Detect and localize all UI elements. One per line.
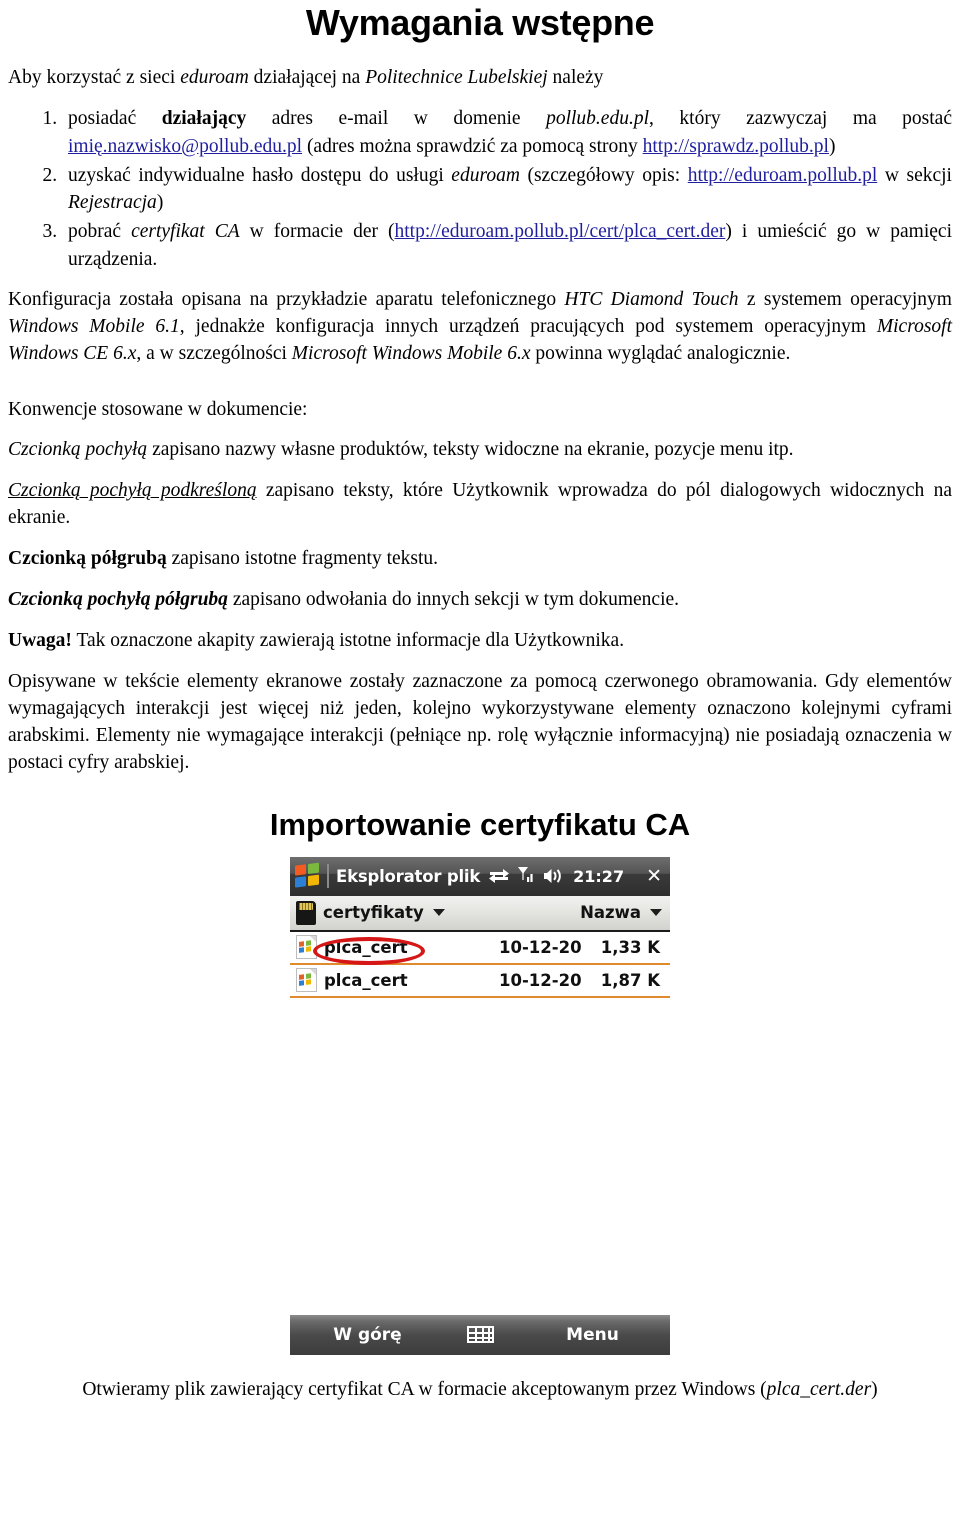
req2-em-rejestracja: Rejestracja [68,192,157,214]
convention-italic-underline: Czcionką pochyłą podkreśloną zapisano te… [8,478,952,532]
table-row[interactable]: plca_cert 10-12-20 1,33 K [290,932,670,965]
req1-text-4: (adres można sprawdzić za pomocą strony [302,135,643,157]
page-title: Wymagania wstępne [305,2,655,43]
requirement-item-3: pobrać certyfikat CA w formacie der (htt… [62,218,952,273]
signal-strength-icon[interactable] [517,866,535,886]
conv-bold-italic-rest: zapisano odwołania do innych sekcji w ty… [227,589,680,611]
notice-rest: Tak oznaczone akapity zawierają istotne … [71,629,625,651]
lead-mid: działającej na [248,67,366,88]
req2-text-4: ) [156,192,164,214]
table-row[interactable]: plca_cert 10-12-20 1,87 K [290,965,670,998]
path-bar: certyfikaty Nazwa [290,895,670,932]
convention-bold: Czcionką półgrubą zapisano istotne fragm… [8,546,952,573]
titlebar-divider [327,864,329,888]
folder-chevron-down-icon[interactable] [432,909,445,916]
sync-arrows-icon[interactable] [488,867,510,885]
conv-italic-rest: zapisano nazwy własne produktów, teksty … [147,439,794,461]
convention-bold-italic: Czcionką pochyłą półgrubą zapisano odwoł… [8,587,952,614]
file-name[interactable]: plca_cert [324,938,499,957]
sort-label[interactable]: Nazwa [580,903,641,922]
lead-em-politechnika: Politechnice Lubelskiej [365,67,548,88]
requirements-list: posiadać działający adres e-mail w domen… [8,105,952,273]
keyboard-icon[interactable] [466,1326,494,1343]
cfg-em-htc: HTC Diamond Touch [564,289,739,311]
cfg-t3: , jednakże konfiguracja innych urządzeń … [179,316,877,338]
document-page: Wymagania wstępne Aby korzystać z sieci … [0,2,960,1403]
req1-text-3: , który zazwyczaj ma postać [649,108,952,130]
app-title: Eksplorator plik [336,866,481,886]
file-name[interactable]: plca_cert [324,971,499,990]
caption-em-file: plca_cert.der [766,1378,872,1400]
req2-eduroam-link[interactable]: http://eduroam.pollub.pl [688,165,878,186]
req3-em-cert: certyfikat CA [131,221,240,243]
clock-time: 21:27 [573,866,625,886]
file-size: 1,33 K [600,937,660,957]
certificate-file-icon [296,935,317,959]
req1-text-5: ) [828,135,836,157]
req1-strong: działający [161,108,247,130]
windows-mobile-screen: Eksplorator plik 21:27 ✕ certyfikaty Naz… [290,856,670,1355]
conv-italic-underline-em: Czcionką pochyłą podkreśloną [8,480,257,502]
cfg-t1: Konfiguracja została opisana na przykład… [8,289,565,311]
file-list: plca_cert 10-12-20 1,33 K plca_cert 10-1… [290,931,670,998]
conventions-heading: Konwencje stosowane w dokumencie: [8,399,308,421]
requirement-item-1: posiadać działający adres e-mail w domen… [62,105,952,160]
req1-text-2: adres e-mail w domenie [246,108,547,130]
conv-bold-italic-em: Czcionką pochyłą półgrubą [8,589,228,611]
req1-em-domain: pollub.edu.pl [546,108,650,130]
lead-post: należy [547,67,604,88]
softkey-up-button[interactable]: W górę [290,1325,445,1345]
req2-em-eduroam: eduroam [451,164,520,186]
conv-bold-rest: zapisano istotne fragmenty tekstu. [166,548,439,570]
lead-pre: Aby korzystać z sieci [8,67,181,88]
req2-text-3: w sekcji [877,164,952,186]
volume-icon[interactable] [542,867,564,885]
statusbar-icons: 21:27 ✕ [488,866,662,886]
softkey-menu-button[interactable]: Menu [515,1325,670,1345]
conv-bold-em: Czcionką półgrubą [8,548,167,570]
sort-control[interactable]: Nazwa [580,903,662,922]
req3-cert-link[interactable]: http://eduroam.pollub.pl/cert/plca_cert.… [395,221,726,242]
notice-paragraph: Uwaga! Tak oznaczone akapity zawierają i… [8,628,952,655]
req3-text-1: pobrać [68,221,132,243]
cfg-t4: , a w szczególności [136,343,292,365]
close-icon[interactable]: ✕ [638,866,662,886]
storage-card-icon [296,900,316,925]
cfg-t2: z systemem operacyjnym [738,289,952,311]
soft-key-bar: W górę Menu [290,1314,670,1355]
figure-caption: Otwieramy plik zawierający certyfikat CA… [8,1377,952,1403]
certificate-file-icon [296,968,317,992]
req2-text-2: (szczegółowy opis: [519,164,688,186]
cfg-em-wm61: Windows Mobile 6.1 [8,316,180,338]
conv-italic-em: Czcionką pochyłą [8,439,148,461]
req1-sprawdz-link[interactable]: http://sprawdz.pollub.pl [643,136,829,157]
lead-paragraph: Aby korzystać z sieci eduroam działające… [8,64,952,91]
marking-paragraph: Opisywane w tekście elementy ekranowe zo… [8,670,952,773]
caption-t2: ) [871,1378,878,1400]
cfg-t5: powinna wyglądać analogicznie. [530,343,791,365]
req3-text-2: w formacie der ( [239,221,395,243]
file-date: 10-12-20 [499,970,582,990]
convention-italic: Czcionką pochyłą zapisano nazwy własne p… [8,437,952,464]
folder-name[interactable]: certyfikaty [323,903,424,922]
file-size: 1,87 K [600,970,660,990]
file-date: 10-12-20 [499,937,582,957]
req1-email-link[interactable]: imię.nazwisko@pollub.edu.pl [68,136,302,157]
configuration-paragraph: Konfiguracja została opisana na przykład… [8,287,952,368]
lead-em-eduroam: eduroam [180,67,249,88]
cfg-em-wm6x: Microsoft Windows Mobile 6.x [291,343,531,365]
screen-titlebar: Eksplorator plik 21:27 ✕ [290,856,670,896]
notice-em: Uwaga! [8,629,72,651]
softkey-keyboard-button[interactable] [445,1326,515,1343]
req2-text-1: uzyskać indywidualne hasło dostępu do us… [68,164,452,186]
sort-chevron-down-icon[interactable] [650,909,662,916]
caption-t1: Otwieramy plik zawierający certyfikat CA… [82,1378,767,1400]
req1-text-1: posiadać [68,108,162,130]
section-title: Importowanie certyfikatu CA [269,806,691,842]
windows-logo-icon[interactable] [295,862,321,889]
requirement-item-2: uzyskać indywidualne hasło dostępu do us… [62,162,952,217]
phone-screenshot-figure: Eksplorator plik 21:27 ✕ certyfikaty Naz… [290,856,670,1355]
